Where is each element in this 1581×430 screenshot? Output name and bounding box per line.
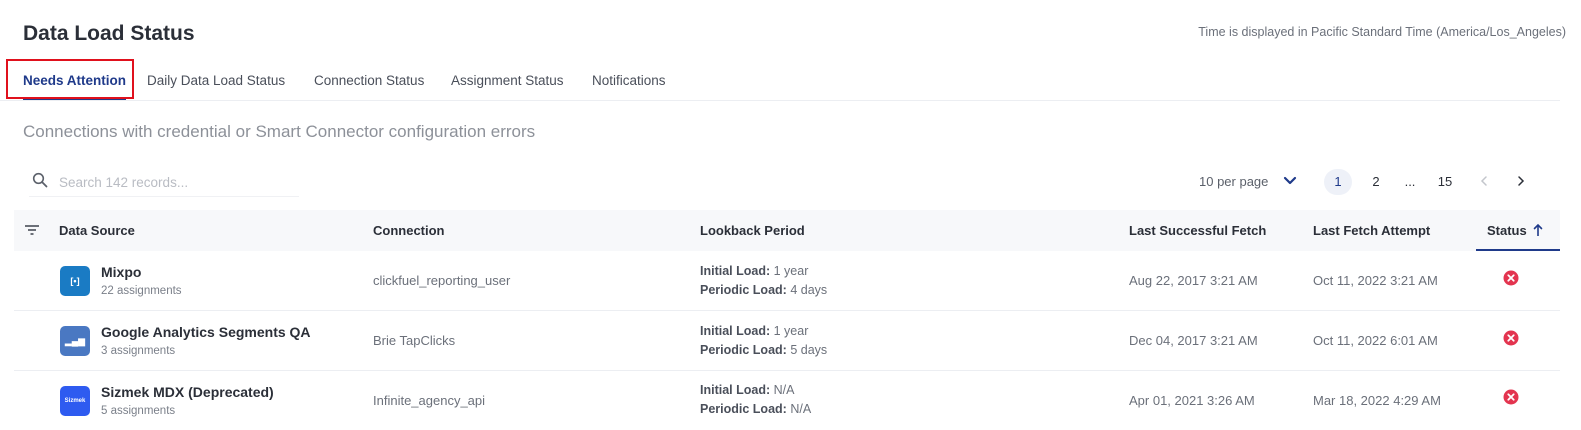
- error-status-icon[interactable]: [1503, 270, 1519, 286]
- periodic-load-value: 5 days: [790, 343, 828, 357]
- data-source-name[interactable]: Sizmek MDX (Deprecated): [101, 384, 274, 400]
- periodic-load: Periodic Load: 4 days: [700, 283, 827, 297]
- assignment-count: 5 assignments: [101, 405, 176, 417]
- tab-assignment-status[interactable]: Assignment Status: [451, 60, 564, 100]
- google-analytics-logo: ▂▄▆: [60, 326, 90, 356]
- error-status-icon[interactable]: [1503, 389, 1519, 405]
- page-button-2[interactable]: 2: [1362, 169, 1390, 195]
- tab-connection-status[interactable]: Connection Status: [314, 60, 424, 100]
- sizmek-logo: Sizmek: [60, 386, 90, 416]
- periodic-load: Periodic Load: N/A: [700, 402, 811, 416]
- last-fetch-attempt: Oct 11, 2022 3:21 AM: [1313, 273, 1438, 288]
- initial-load-label: Initial Load:: [700, 324, 771, 338]
- periodic-load-label: Periodic Load:: [700, 402, 787, 416]
- sort-ascending-arrow-icon: [1533, 223, 1543, 236]
- initial-load-value: 1 year: [773, 264, 809, 278]
- column-header-last-fetch-attempt[interactable]: Last Fetch Attempt: [1313, 223, 1430, 238]
- assignment-count: 22 assignments: [101, 285, 182, 297]
- initial-load: Initial Load: N/A: [700, 383, 794, 397]
- tab-bar: Needs Attention Daily Data Load Status C…: [0, 60, 1560, 101]
- connection-name: clickfuel_reporting_user: [373, 273, 511, 288]
- periodic-load-label: Periodic Load:: [700, 343, 787, 357]
- timezone-note: Time is displayed in Pacific Standard Ti…: [1198, 25, 1566, 39]
- data-source-name[interactable]: Google Analytics Segments QA: [101, 324, 311, 340]
- last-fetch-attempt: Mar 18, 2022 4:29 AM: [1313, 393, 1441, 408]
- tab-notifications[interactable]: Notifications: [592, 60, 666, 100]
- chevron-right-icon[interactable]: [1516, 174, 1526, 188]
- periodic-load-label: Periodic Load:: [700, 283, 787, 297]
- search-icon: [32, 172, 48, 188]
- data-source-name[interactable]: Mixpo: [101, 264, 141, 280]
- column-header-status[interactable]: Status: [1476, 210, 1560, 251]
- tab-daily-data-load-status[interactable]: Daily Data Load Status: [147, 60, 285, 100]
- connection-name: Infinite_agency_api: [373, 393, 486, 408]
- page-ellipsis: ...: [1404, 174, 1416, 189]
- table-row[interactable]: Sizmek Sizmek MDX (Deprecated) 5 assignm…: [14, 371, 1560, 430]
- periodic-load-value: N/A: [790, 402, 812, 416]
- page-button-1[interactable]: 1: [1324, 169, 1352, 195]
- column-header-lookback-period[interactable]: Lookback Period: [700, 223, 805, 238]
- last-successful-fetch: Apr 01, 2021 3:26 AM: [1129, 393, 1255, 408]
- page-button-15[interactable]: 15: [1431, 169, 1459, 195]
- search-input[interactable]: [57, 170, 296, 194]
- last-successful-fetch: Dec 04, 2017 3:21 AM: [1129, 333, 1258, 348]
- mixpo-logo: [•]: [60, 266, 90, 296]
- chevron-down-icon[interactable]: [1283, 176, 1297, 186]
- periodic-load-value: 4 days: [790, 283, 828, 297]
- status-header-label: Status: [1487, 223, 1527, 238]
- column-header-last-successful-fetch[interactable]: Last Successful Fetch: [1129, 223, 1266, 238]
- initial-load-value: 1 year: [773, 324, 809, 338]
- last-successful-fetch: Aug 22, 2017 3:21 AM: [1129, 273, 1258, 288]
- initial-load: Initial Load: 1 year: [700, 324, 808, 338]
- error-status-icon[interactable]: [1503, 330, 1519, 346]
- tab-highlight-box: [6, 59, 134, 99]
- initial-load-label: Initial Load:: [700, 264, 771, 278]
- initial-load-value: N/A: [773, 383, 795, 397]
- table-row[interactable]: [•] Mixpo 22 assignments clickfuel_repor…: [14, 251, 1560, 311]
- search-box: [29, 168, 299, 197]
- page-title: Data Load Status: [23, 22, 195, 45]
- initial-load-label: Initial Load:: [700, 383, 771, 397]
- last-fetch-attempt: Oct 11, 2022 6:01 AM: [1313, 333, 1438, 348]
- page-subtitle: Connections with credential or Smart Con…: [23, 122, 536, 141]
- assignment-count: 3 assignments: [101, 345, 176, 357]
- column-header-connection[interactable]: Connection: [373, 223, 445, 238]
- periodic-load: Periodic Load: 5 days: [700, 343, 827, 357]
- table-row[interactable]: ▂▄▆ Google Analytics Segments QA 3 assig…: [14, 311, 1560, 371]
- column-header-data-source[interactable]: Data Source: [59, 223, 135, 238]
- per-page-select[interactable]: 10 per page: [1199, 174, 1268, 189]
- connection-name: Brie TapClicks: [373, 333, 456, 348]
- table-header: Data Source Connection Lookback Period L…: [14, 210, 1560, 251]
- initial-load: Initial Load: 1 year: [700, 264, 808, 278]
- filter-icon[interactable]: [24, 224, 40, 236]
- chevron-left-icon[interactable]: [1479, 174, 1489, 188]
